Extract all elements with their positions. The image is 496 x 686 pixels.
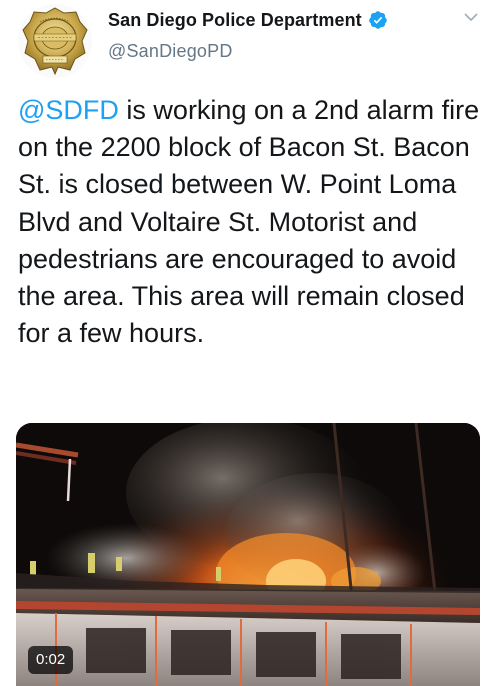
police-badge-icon bbox=[18, 4, 92, 78]
author-handle[interactable]: @SanDiegoPD bbox=[108, 41, 456, 62]
chevron-down-icon[interactable] bbox=[462, 8, 480, 26]
mention-link[interactable]: @SDFD bbox=[18, 95, 119, 125]
tweet-text: @SDFD is working on a 2nd alarm fire on … bbox=[18, 92, 488, 352]
author-avatar[interactable] bbox=[18, 4, 92, 78]
tweet-body-text: is working on a 2nd alarm fire on the 22… bbox=[18, 95, 480, 349]
video-player[interactable]: 0:02 bbox=[16, 423, 480, 686]
verified-badge-icon bbox=[368, 10, 388, 30]
video-duration-badge: 0:02 bbox=[28, 646, 74, 674]
author-info: San Diego Police Department @SanDiegoPD bbox=[108, 7, 456, 62]
video-frame-image bbox=[16, 423, 480, 686]
display-name-row: San Diego Police Department bbox=[108, 7, 456, 33]
author-display-name[interactable]: San Diego Police Department bbox=[108, 10, 362, 31]
tweet-card: San Diego Police Department @SanDiegoPD … bbox=[0, 0, 496, 686]
